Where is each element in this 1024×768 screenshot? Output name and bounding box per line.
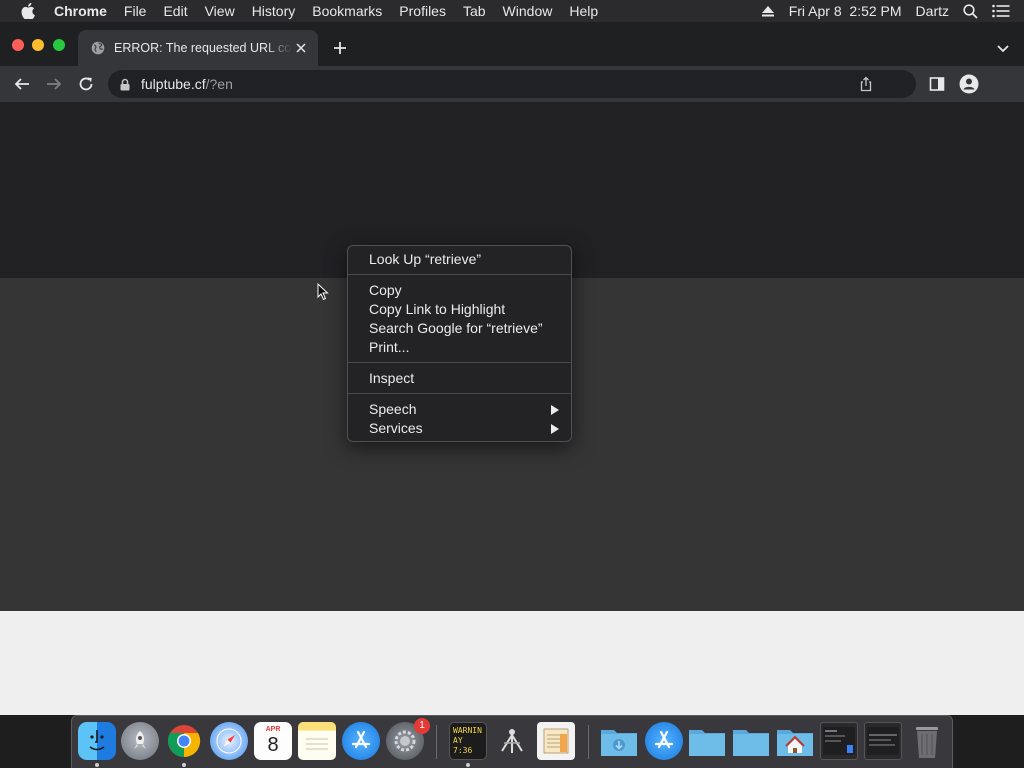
eject-icon[interactable] [761,5,775,17]
script-editor-icon[interactable] [537,722,575,760]
menu-item-inspect[interactable]: Inspect [348,369,571,388]
notes-icon[interactable] [298,722,336,760]
menu-item-speech-label: Speech [369,401,417,417]
menu-app-chrome[interactable]: Chrome [54,3,107,19]
menu-separator [348,362,571,363]
console-icon[interactable]: WARNIN AY 7:36 [449,722,487,760]
forward-arrow-icon[interactable] [44,74,64,94]
calendar-icon[interactable]: APR 8 [254,722,292,760]
page-footer-band [0,611,1024,715]
new-tab-button[interactable] [331,39,349,57]
menu-item-copy[interactable]: Copy [348,281,571,300]
window-fullscreen-button[interactable] [53,39,65,51]
menu-bookmarks[interactable]: Bookmarks [312,3,382,19]
menu-edit[interactable]: Edit [163,3,187,19]
folder-icon[interactable] [732,722,770,760]
console-text-line-1: WARNIN [453,726,482,735]
menu-window[interactable]: Window [503,3,553,19]
dock: APR 8 1 WARNIN AY 7:36 [71,715,953,768]
url-path: /?en [205,76,233,92]
tab-title: ERROR: The requested URL could not be re… [114,41,292,55]
lock-icon[interactable] [120,77,132,91]
running-indicator [95,763,99,767]
window-close-button[interactable] [12,39,24,51]
back-arrow-icon[interactable] [12,74,32,94]
window-minimize-button[interactable] [32,39,44,51]
dock-separator [436,725,437,759]
profile-avatar-icon[interactable] [959,74,979,94]
menu-view[interactable]: View [205,3,235,19]
menu-item-services[interactable]: Services [348,419,571,438]
console-text-line-2: AY 7:36 [453,736,473,755]
url-host: fulptube.cf [141,76,206,92]
menu-item-search-google[interactable]: Search Google for “retrieve” [348,319,571,338]
menu-item-copy-link-to-highlight[interactable]: Copy Link to Highlight [348,300,571,319]
tab-strip: ERROR: The requested URL could not be re… [0,22,1024,66]
running-indicator [182,763,186,767]
side-panel-icon[interactable] [927,74,947,94]
menu-separator [348,274,571,275]
launchpad-rocket-icon[interactable] [121,722,159,760]
screenshot-thumbnail-icon[interactable] [820,722,858,760]
folder-icon[interactable] [688,722,726,760]
calendar-month: APR [265,726,281,733]
menu-item-print[interactable]: Print... [348,338,571,357]
globe-icon [91,41,105,55]
submenu-arrow-icon [551,424,559,434]
reload-icon[interactable] [76,74,96,94]
notification-badge: 1 [414,718,430,734]
address-bar[interactable]: fulptube.cf/?en [108,70,916,98]
dock-separator [588,725,589,759]
running-indicator [466,763,470,767]
home-folder-icon[interactable] [776,722,814,760]
context-menu: Look Up “retrieve” Copy Copy Link to Hig… [347,245,572,442]
menu-bar: Chrome File Edit View History Bookmarks … [0,0,1024,22]
menu-history[interactable]: History [252,3,296,19]
tab-close-icon[interactable] [294,41,308,55]
menubar-user-name[interactable]: Dartz [916,3,949,19]
menu-item-services-label: Services [369,420,423,436]
downloads-folder-icon[interactable] [600,722,638,760]
safari-compass-icon[interactable] [210,722,248,760]
menu-separator [348,393,571,394]
system-preferences-gear-icon[interactable]: 1 [386,718,430,760]
menu-profiles[interactable]: Profiles [399,3,446,19]
tab-search-chevron-icon[interactable] [996,41,1010,53]
menu-item-look-up[interactable]: Look Up “retrieve” [348,250,571,269]
spotlight-search-icon[interactable] [963,3,978,19]
apple-menu-icon[interactable] [19,3,37,19]
trash-icon[interactable] [908,722,946,760]
menu-help[interactable]: Help [569,3,598,19]
menubar-clock[interactable]: Fri Apr 8 2:52 PM [789,3,902,19]
mouse-pointer-icon [317,282,329,301]
notification-center-icon[interactable] [992,4,1010,18]
chrome-icon[interactable] [165,722,203,760]
directory-utility-icon[interactable] [493,722,531,760]
calendar-day: 8 [267,734,279,756]
finder-icon[interactable] [78,722,116,760]
screenshot-thumbnail-icon[interactable] [864,722,902,760]
share-icon[interactable] [858,76,874,92]
menu-tab[interactable]: Tab [463,3,486,19]
applications-folder-icon[interactable] [645,722,683,760]
menu-item-speech[interactable]: Speech [348,400,571,419]
menu-file[interactable]: File [124,3,147,19]
app-store-icon[interactable] [342,722,380,760]
browser-tab-active[interactable]: ERROR: The requested URL could not be re… [78,30,318,66]
browser-toolbar: fulptube.cf/?en [0,66,1024,102]
submenu-arrow-icon [551,405,559,415]
